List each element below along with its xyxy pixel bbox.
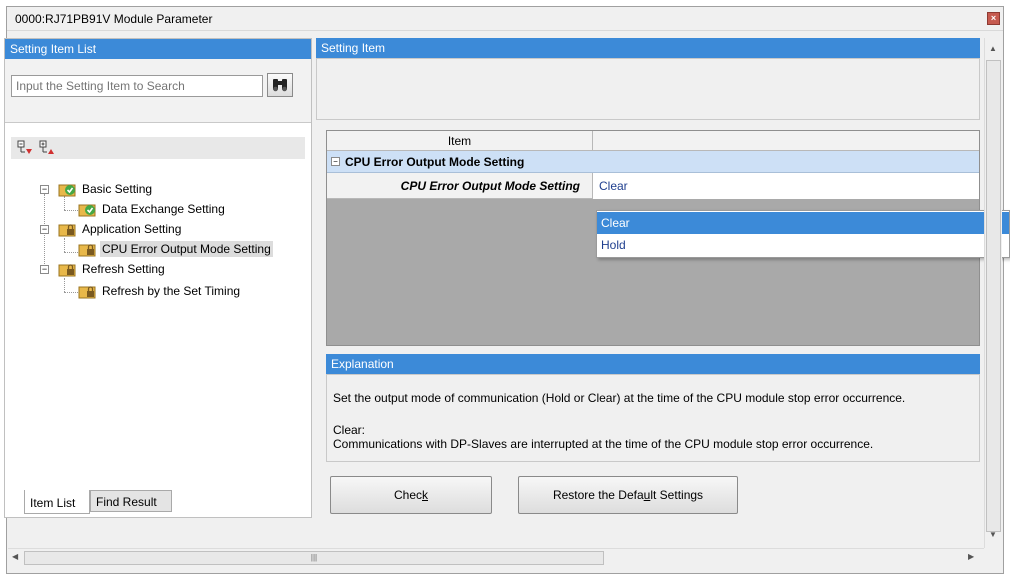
item-name-label: CPU Error Output Mode Setting [400, 179, 580, 193]
dropdown-option-clear[interactable]: Clear [597, 212, 1009, 234]
check-button[interactable]: Check [330, 476, 492, 514]
tree-item-label: Basic Setting [82, 182, 153, 196]
restore-button-label: Restore the Defa [552, 488, 644, 502]
restore-button-label-end: lt Settings [650, 488, 704, 502]
tree-item-label: Data Exchange Setting [102, 202, 225, 216]
explanation-line-2: Clear: [333, 423, 366, 437]
scroll-up-icon[interactable]: ▲ [989, 44, 997, 53]
explanation-header: Explanation [326, 354, 980, 374]
tree-item-cpu-error-output-mode-setting[interactable]: CPU Error Output Mode Setting [78, 240, 308, 260]
value-dropdown-list: Clear Hold [596, 210, 1010, 258]
tree-item-basic-setting[interactable]: − Basic Setting [38, 180, 308, 200]
scroll-left-icon[interactable]: ◀ [12, 552, 18, 561]
tree-line [64, 238, 65, 252]
grid-group-row[interactable]: − CPU Error Output Mode Setting [327, 151, 979, 173]
lock-folder-icon [58, 224, 76, 237]
tree-item-data-exchange-setting[interactable]: Data Exchange Setting [78, 200, 308, 220]
lock-folder-icon [78, 244, 96, 257]
scroll-down-icon[interactable]: ▼ [989, 530, 997, 539]
item-name-cell: CPU Error Output Mode Setting [327, 173, 593, 199]
explanation-line-3: Communications with DP-Slaves are interr… [333, 437, 874, 451]
tree-item-label: Refresh Setting [82, 262, 165, 276]
grid-header: Item [327, 131, 979, 151]
window-title: 0000:RJ71PB91V Module Parameter [15, 12, 213, 26]
lock-folder-icon [78, 286, 96, 299]
check-folder-icon [58, 184, 76, 197]
close-icon[interactable]: × [987, 12, 1000, 25]
vertical-scrollbar[interactable]: ▲ ▼ [984, 38, 1002, 548]
collapse-all-icon[interactable] [39, 140, 55, 156]
column-header-item: Item [327, 131, 593, 151]
check-folder-icon [78, 204, 96, 217]
setting-item-list-header: Setting Item List [5, 39, 311, 59]
tree-line [64, 278, 65, 292]
tree-line [64, 292, 78, 293]
tree-line [64, 252, 78, 253]
tree-line [64, 210, 78, 211]
tree-item-label-selected: CPU Error Output Mode Setting [100, 241, 273, 257]
grid-item-row: CPU Error Output Mode Setting Clear [327, 173, 979, 199]
tree-item-label: Application Setting [82, 222, 182, 236]
restore-default-settings-button[interactable]: Restore the Default Settings [518, 476, 738, 514]
expander-minus-icon[interactable]: − [40, 185, 49, 194]
item-value: Clear [599, 179, 628, 193]
collapse-minus-icon[interactable]: − [331, 157, 340, 166]
group-label: CPU Error Output Mode Setting [345, 155, 525, 169]
search-input[interactable] [11, 75, 263, 97]
tree-item-label: Refresh by the Set Timing [102, 284, 241, 298]
tab-item-list[interactable]: Item List [24, 490, 90, 514]
vertical-scroll-thumb[interactable] [986, 60, 1001, 532]
explanation-box: Set the output mode of communication (Ho… [326, 374, 980, 462]
tree-item-refresh-setting[interactable]: − Refresh Setting [38, 260, 308, 280]
expand-all-icon[interactable] [17, 140, 33, 156]
tree-item-refresh-by-set-timing[interactable]: Refresh by the Set Timing [78, 282, 308, 302]
horizontal-scrollbar[interactable]: ◀ ||| ▶ [8, 548, 984, 566]
check-button-accel: k [422, 488, 428, 502]
item-value-cell[interactable]: Clear [593, 173, 979, 199]
search-area [5, 59, 311, 123]
tree-item-application-setting[interactable]: − Application Setting [38, 220, 308, 240]
explanation-line-1: Set the output mode of communication (Ho… [333, 391, 906, 405]
tab-find-result[interactable]: Find Result [90, 490, 172, 512]
search-button[interactable] [267, 73, 293, 97]
left-pane-tabs: Item List Find Result [4, 490, 312, 514]
scroll-right-icon[interactable]: ▶ [968, 552, 974, 561]
lock-folder-icon [58, 264, 76, 277]
horizontal-scroll-thumb[interactable]: ||| [24, 551, 604, 565]
check-button-label: Chec [393, 488, 422, 502]
binoculars-icon [273, 79, 287, 92]
dropdown-option-hold[interactable]: Hold [597, 234, 1009, 256]
setting-item-top-area [316, 58, 980, 120]
setting-item-header: Setting Item [316, 38, 980, 58]
tree-toolbar [11, 137, 305, 159]
title-bar: 0000:RJ71PB91V Module Parameter × [7, 7, 1003, 31]
expander-minus-icon[interactable]: − [40, 225, 49, 234]
expander-minus-icon[interactable]: − [40, 265, 49, 274]
